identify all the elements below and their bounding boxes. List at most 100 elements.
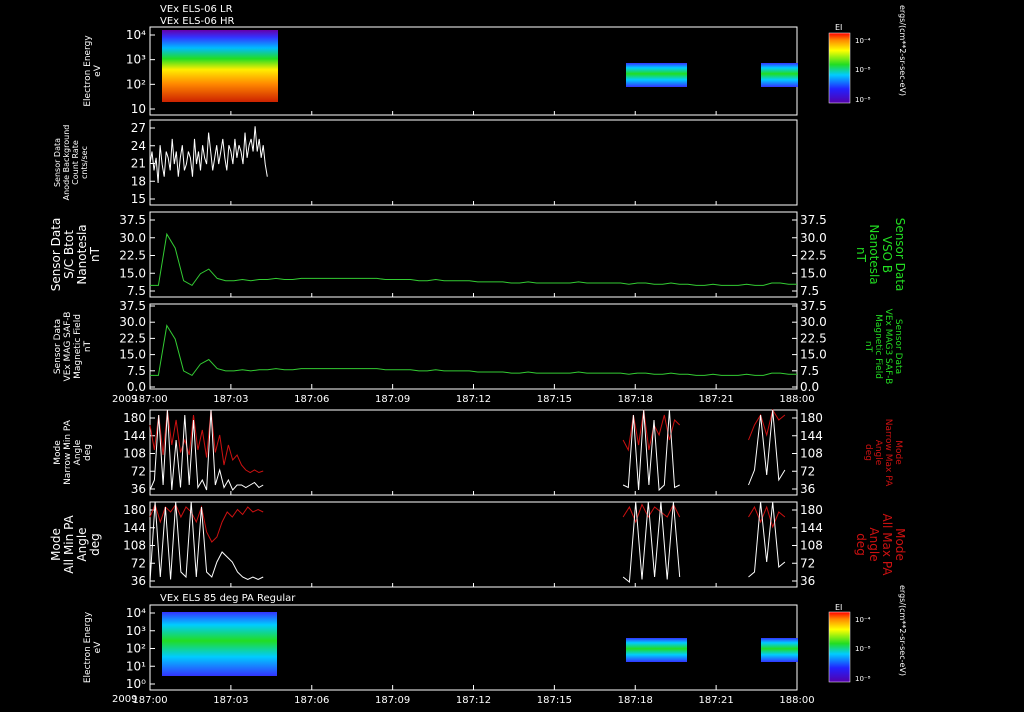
colorbar-bottom: EI 10⁻⁴ 10⁻⁸ 10⁻⁸ ergs/(cm**2-sr-sec-eV)	[828, 585, 907, 683]
ytick-right-mag-4: 7.5	[800, 364, 819, 378]
ylabel-right-mag-1: VEx MAG3 SAF-B	[883, 309, 893, 385]
xtick-top-4: 187:12	[456, 394, 491, 405]
ylabel-pa2-3: deg	[88, 533, 102, 556]
colorbar-top-title: EI	[835, 23, 842, 32]
spec1-hr-block-a	[626, 63, 687, 87]
ytick-right-bt-0: 37.5	[800, 213, 827, 227]
ytick-mag-4: 7.5	[127, 364, 146, 378]
xtick-top-5: 187:15	[537, 394, 572, 405]
ytick-bkg-0: 27	[131, 121, 146, 135]
ytick-right-bt-2: 22.5	[800, 249, 827, 263]
ylabel-mag-3: nT	[83, 340, 93, 352]
series-pa2-5	[748, 501, 786, 578]
series-bkg-0	[149, 126, 268, 184]
ylabel-spec2-0: Electron Energy	[83, 611, 93, 683]
xtick-top-3: 187:09	[375, 394, 410, 405]
ytick-spec1-3: 10	[131, 102, 146, 116]
spec2-title: VEx ELS 85 deg PA Regular	[160, 593, 296, 604]
ytick-pa1-2: 108	[123, 447, 146, 461]
colorbar-bottom-tick-1: 10⁻⁴	[855, 616, 871, 624]
ylabel-bkg-0: Sensor Data	[53, 138, 62, 187]
ylabel-pa1-1: Narrow Min PA	[63, 419, 73, 485]
spec1-lr-block	[162, 30, 278, 102]
ytick-mag-5: 0.0	[127, 380, 146, 394]
ytick-bt-0: 37.5	[119, 213, 146, 227]
xtick-bottom-4: 187:12	[456, 695, 491, 706]
header-line2: VEx ELS-06 HR	[160, 16, 235, 27]
generated-chart-marks: 10⁴10³10²10Electron Energy eV2724211815Se…	[49, 28, 907, 706]
ylabel-bt-1: S/C Btot	[62, 230, 76, 279]
ytick-pa1-0: 180	[123, 411, 146, 425]
ytick-mag-2: 22.5	[119, 331, 146, 345]
ylabel-right-bt-1: VSO B	[880, 236, 894, 273]
ytick-spec1-0: 10⁴	[126, 28, 146, 42]
spec2-block-b	[626, 638, 687, 662]
ylabel-right-mag-0: Sensor Data	[893, 319, 903, 374]
ytick-bt-2: 22.5	[119, 249, 146, 263]
series-mag-0	[150, 324, 797, 377]
colorbar-bottom-unit: ergs/(cm**2-sr-sec-eV)	[898, 585, 907, 676]
xtick-top-7: 187:21	[699, 394, 734, 405]
colorbar-top-tick-2: 10⁻⁸	[855, 66, 871, 74]
colorbar-top: EI 10⁻⁴ 10⁻⁸ 10⁻⁸ ergs/(cm**2-sr-sec-eV)	[828, 5, 907, 104]
panel-background-frame	[149, 119, 798, 206]
ylabel-bt-0: Sensor Data	[49, 218, 63, 292]
series-pa2-4	[748, 505, 786, 529]
ylabel-right-pa2-2: Angle	[867, 527, 881, 561]
xtick-top-1: 187:03	[213, 394, 248, 405]
panel-btot-frame	[149, 211, 798, 298]
ylabel-right-pa1-2: Angle	[873, 440, 883, 466]
colorbar-top-tick-1: 10⁻⁴	[855, 37, 871, 45]
panel-pa-narrow-frame	[149, 409, 798, 496]
ytick-right-pa2-1: 144	[800, 521, 823, 535]
ytick-right-pa2-0: 180	[800, 503, 823, 517]
ylabel-pa1-2: Angle	[73, 439, 83, 465]
ytick-spec2-2: 10²	[126, 642, 146, 656]
panel-mag-frame	[149, 303, 798, 390]
colorbar-bottom-tick-2: 10⁻⁸	[855, 645, 871, 653]
ytick-right-mag-3: 15.0	[800, 348, 827, 362]
ytick-mag-1: 30.0	[119, 315, 146, 329]
ylabel-right-mag-2: Magnetic Field	[873, 314, 883, 379]
ytick-mag-0: 37.5	[119, 299, 146, 313]
xtick-bottom-7: 187:21	[699, 695, 734, 706]
xtick-bottom-1: 187:03	[213, 695, 248, 706]
ylabel-bt-2: Nanotesla	[75, 224, 89, 284]
ytick-pa2-0: 180	[123, 503, 146, 517]
ytick-pa2-3: 72	[131, 556, 146, 570]
ytick-spec1-1: 10³	[126, 53, 146, 67]
series-pa1-4	[748, 408, 786, 441]
ylabel-mag-1: VEx MAG SAF-B	[63, 312, 73, 382]
ylabel-right-pa1-1: Narrow Max PA	[883, 419, 893, 487]
header-line1: VEx ELS-06 LR	[160, 4, 233, 15]
colorbar-top-gradient	[828, 32, 851, 104]
colorbar-top-unit: ergs/(cm**2-sr-sec-eV)	[898, 5, 907, 96]
ytick-right-pa1-1: 144	[800, 429, 823, 443]
ytick-spec2-0: 10⁴	[126, 606, 146, 620]
colorbar-top-tick-3: 10⁻⁸	[855, 96, 871, 104]
ytick-right-pa1-4: 36	[800, 482, 815, 496]
ytick-right-mag-0: 37.5	[800, 299, 827, 313]
ytick-right-pa2-2: 108	[800, 539, 823, 553]
xtick-bottom-6: 187:18	[618, 695, 653, 706]
xtick-bottom-5: 187:15	[537, 695, 572, 706]
ylabel-pa2-2: Angle	[75, 527, 89, 561]
ylabel-right-bt-2: Nanotesla	[867, 224, 881, 284]
ylabel-bkg-2: Count Rate	[71, 140, 80, 185]
ytick-right-mag-1: 30.0	[800, 315, 827, 329]
xtick-top-2: 187:06	[294, 394, 329, 405]
xtick-bottom-2: 187:06	[294, 695, 329, 706]
ylabel-pa1-0: Mode	[53, 440, 63, 465]
ylabel-mag-0: Sensor Data	[53, 319, 63, 374]
xtick-top-8: 188:00	[779, 394, 814, 405]
ytick-right-mag-5: 0.0	[800, 380, 819, 394]
ylabel-bkg-1: Anode Background	[62, 125, 71, 201]
ytick-right-pa2-3: 72	[800, 556, 815, 570]
ylabel-right-pa2-3: deg	[854, 533, 868, 556]
ytick-pa1-4: 36	[131, 482, 146, 496]
ytick-bkg-4: 15	[131, 192, 146, 206]
colorbar-bottom-gradient	[828, 611, 851, 683]
series-pa2-2	[622, 503, 681, 524]
ytick-bt-1: 30.0	[119, 231, 146, 245]
ytick-spec2-1: 10³	[126, 624, 146, 638]
